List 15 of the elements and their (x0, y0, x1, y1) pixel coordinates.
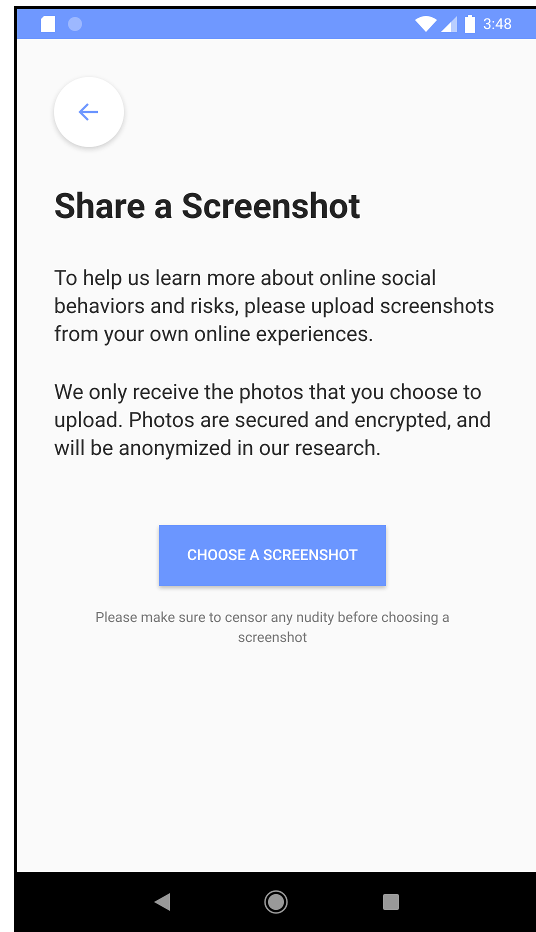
wifi-icon (415, 16, 438, 32)
body-paragraph: We only receive the photos that you choose to upload. Photos are secured and encrypted, and will be anonymized in our research. (54, 380, 492, 463)
circle-icon (67, 16, 83, 32)
signal-icon (441, 16, 458, 32)
home-circle-icon[interactable] (264, 890, 288, 914)
censor-note: Please make sure to censor any nudity before choosing a screenshot (94, 608, 451, 648)
sd-card-icon (41, 16, 55, 32)
square-icon[interactable] (382, 894, 399, 910)
battery-icon (465, 15, 476, 33)
back-triangle-icon[interactable] (154, 893, 170, 911)
page-title: Share a Screenshot (54, 185, 362, 229)
body-paragraph: To help us learn more about online social behaviors and risks, please upload screenshots from your own online experiences. (54, 266, 496, 349)
choose-screenshot-button[interactable]: CHOOSE A SCREENSHOT (159, 524, 386, 586)
back-arrow-icon (78, 102, 100, 122)
status-time: 3:48 (483, 14, 512, 35)
